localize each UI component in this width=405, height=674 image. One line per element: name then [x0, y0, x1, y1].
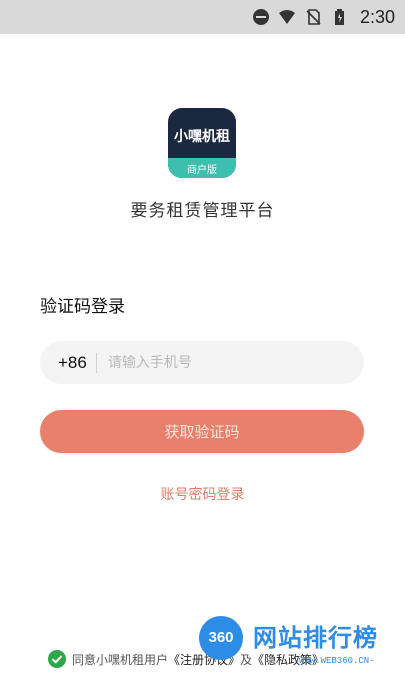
watermark-text: 网站排行榜	[253, 624, 378, 652]
no-sim-icon	[306, 9, 321, 25]
wifi-icon	[278, 10, 295, 24]
logo-subtitle: 商户版	[187, 165, 217, 176]
divider	[95, 352, 97, 373]
watermark: 360 网站排行榜 www.WEB360.CN-	[199, 612, 399, 674]
agreement-prefix: 同意小嘿机租用户	[72, 652, 169, 667]
logo-title: 小嘿机租	[174, 129, 230, 145]
app-slogan: 要务租赁管理平台	[130, 201, 275, 221]
watermark-badge: 360	[199, 616, 243, 660]
phone-input[interactable]	[105, 353, 330, 372]
phone-input-row: +86	[40, 341, 364, 384]
country-code-selector[interactable]: +86	[58, 353, 87, 373]
login-title: 验证码登录	[40, 297, 125, 317]
get-code-button[interactable]: 获取验证码	[40, 410, 364, 453]
status-bar: 2:30	[0, 0, 405, 34]
check-circle-icon[interactable]	[48, 650, 66, 668]
watermark-url: www.WEB360.CN-	[299, 656, 375, 666]
status-time: 2:30	[359, 6, 395, 27]
do-not-disturb-icon	[252, 9, 269, 25]
app-logo: 小嘿机租 商户版	[168, 108, 236, 178]
password-login-link[interactable]: 账号密码登录	[0, 484, 405, 504]
battery-icon	[334, 9, 344, 25]
